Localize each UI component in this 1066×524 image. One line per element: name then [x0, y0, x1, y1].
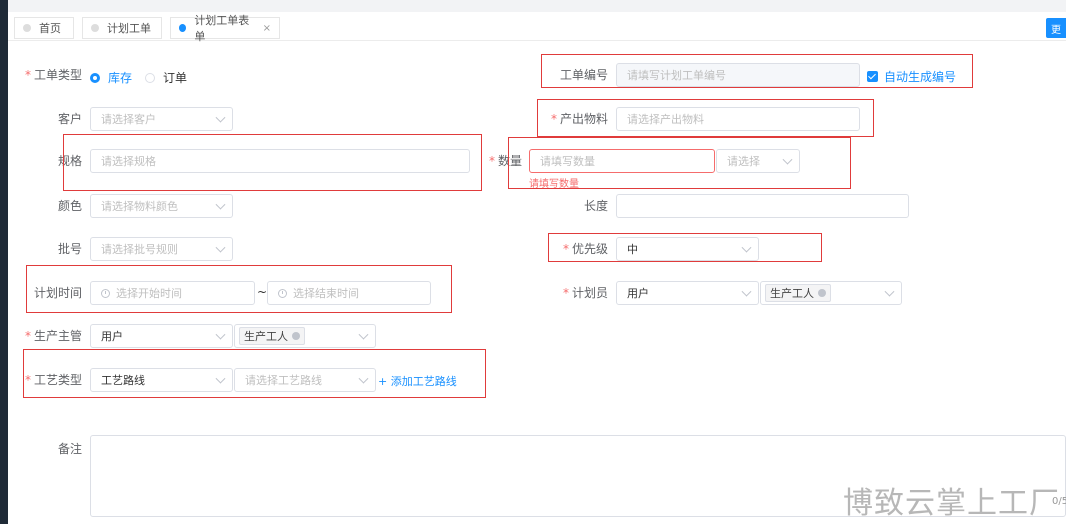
- plan-time-label: 计划时间: [33, 286, 82, 300]
- tab-label: 首页: [39, 22, 61, 35]
- color-select[interactable]: 请选择物料颜色: [90, 194, 233, 218]
- supervisor-label: * 生产主管: [24, 329, 82, 343]
- priority-select[interactable]: 中: [616, 237, 759, 261]
- auto-generate-checkbox[interactable]: 自动生成编号: [867, 68, 956, 85]
- batch-select[interactable]: 请选择批号规则: [90, 237, 233, 261]
- output-material-label: * 产出物料: [550, 112, 608, 126]
- planner-user-select[interactable]: 生产工人: [760, 281, 902, 305]
- order-type-radio-order[interactable]: 订单: [145, 69, 187, 86]
- spec-label: 规格: [57, 154, 82, 168]
- start-time-picker[interactable]: 选择开始时间: [90, 281, 255, 305]
- top-right-action-button[interactable]: 更: [1046, 18, 1066, 38]
- chevron-down-icon: [741, 242, 752, 253]
- chevron-down-icon: [215, 112, 226, 123]
- tabs-bar: 首页 计划工单 计划工单表单 ×: [8, 12, 1066, 43]
- tab-plan-order-form[interactable]: 计划工单表单 ×: [170, 14, 280, 43]
- watermark-logo-text: 博致云掌上工厂: [843, 486, 1060, 521]
- length-input[interactable]: [616, 194, 909, 218]
- end-time-picker[interactable]: 选择结束时间: [267, 281, 431, 305]
- tab-status-dot-icon: [91, 24, 99, 32]
- close-icon[interactable]: ×: [263, 23, 271, 34]
- tag-close-icon[interactable]: [292, 332, 300, 340]
- chevron-down-icon: [215, 329, 226, 340]
- radio-unchecked-icon: [145, 72, 155, 83]
- supervisor-user-select[interactable]: 生产工人: [234, 324, 376, 348]
- process-type-label: * 工艺类型: [24, 373, 82, 387]
- output-material-select[interactable]: 请选择产出物料: [616, 107, 860, 131]
- selected-user-tag[interactable]: 生产工人: [765, 284, 831, 302]
- selected-user-tag[interactable]: 生产工人: [239, 327, 305, 345]
- tab-label: 计划工单: [107, 22, 151, 35]
- radio-checked-icon: [90, 72, 100, 83]
- length-label: 长度: [583, 199, 608, 213]
- quantity-input[interactable]: 请填写数量: [529, 149, 715, 173]
- chevron-down-icon: [884, 286, 895, 297]
- order-no-label: 工单编号: [559, 68, 608, 82]
- tab-plan-orders[interactable]: 计划工单: [82, 17, 162, 39]
- supervisor-type-select[interactable]: 用户: [90, 324, 233, 348]
- priority-label: * 优先级: [562, 242, 608, 256]
- chevron-down-icon: [215, 199, 226, 210]
- quantity-unit-select[interactable]: 请选择: [716, 149, 800, 173]
- customer-label: 客户: [57, 112, 82, 126]
- add-process-route-link[interactable]: + 添加工艺路线: [378, 373, 457, 389]
- time-range-separator: ~: [257, 285, 268, 299]
- tab-status-dot-icon: [23, 24, 31, 32]
- chevron-down-icon: [215, 373, 226, 384]
- chevron-down-icon: [782, 154, 793, 165]
- chevron-down-icon: [215, 242, 226, 253]
- order-type-radio-stock[interactable]: 库存: [90, 69, 132, 86]
- chevron-down-icon: [358, 373, 369, 384]
- planner-label: * 计划员: [562, 286, 608, 300]
- tab-home[interactable]: 首页: [14, 17, 74, 39]
- color-label: 颜色: [57, 199, 82, 213]
- process-route-select[interactable]: 请选择工艺路线: [234, 368, 376, 392]
- order-type-label: * 工单类型: [24, 68, 82, 82]
- order-no-input[interactable]: 请填写计划工单编号: [616, 63, 860, 87]
- clock-icon: [278, 288, 287, 298]
- quantity-label: * 数量: [488, 154, 522, 168]
- process-type-select[interactable]: 工艺路线: [90, 368, 233, 392]
- tab-label: 计划工单表单: [194, 14, 250, 43]
- clock-icon: [101, 288, 110, 298]
- planner-type-select[interactable]: 用户: [616, 281, 759, 305]
- remark-label: 备注: [57, 442, 82, 456]
- left-sidebar-edge: [0, 0, 8, 524]
- batch-label: 批号: [57, 242, 82, 256]
- tag-close-icon[interactable]: [818, 289, 826, 297]
- quantity-error-text: 请填写数量: [529, 179, 579, 190]
- checkbox-checked-icon: [867, 71, 878, 82]
- customer-select[interactable]: 请选择客户: [90, 107, 233, 131]
- tab-active-dot-icon: [179, 24, 187, 32]
- chevron-down-icon: [741, 286, 752, 297]
- spec-select[interactable]: 请选择规格: [90, 149, 470, 173]
- chevron-down-icon: [358, 329, 369, 340]
